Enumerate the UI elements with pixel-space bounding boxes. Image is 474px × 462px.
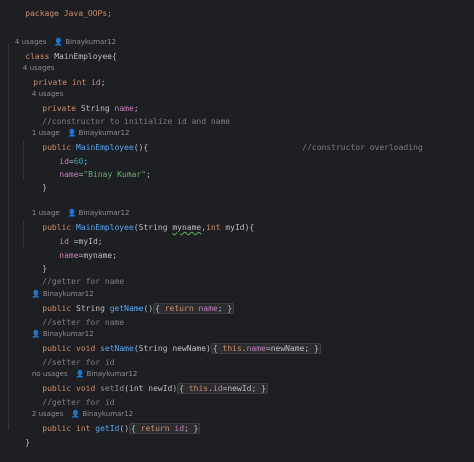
folded-region[interactable]: { return id; }	[129, 423, 201, 434]
code-line-assign-id: id=60;	[59, 157, 89, 166]
inlay-hint[interactable]: 👤 Binaykumar12	[23, 318, 94, 338]
code-line-class-close: }	[25, 438, 31, 447]
code-line-getter-name: public String getName(){ return name; }	[42, 303, 235, 314]
code-line-getter-id: public int getId(){ return id; }	[42, 423, 201, 434]
code-line-package: package Java_OOPs;	[25, 9, 112, 18]
code-line-setter-id: public void setId(int newId){ this.id=ne…	[42, 383, 268, 394]
code-line-close-brace: }	[42, 264, 48, 273]
inlay-hint[interactable]: 4 usages	[14, 52, 54, 72]
folded-region[interactable]: { this.id=newId; }	[177, 383, 268, 394]
inlay-hint[interactable]: no usages 👤 Binaykumar12	[23, 358, 137, 378]
code-line-comment: //getter for id	[42, 398, 115, 407]
code-line-class-declaration: class MainEmployee{	[25, 52, 117, 61]
code-line-field-name: private String name;	[42, 104, 139, 113]
code-line-field-id: private int id;	[33, 78, 106, 87]
inlay-hint[interactable]: 👤 Binaykumar12	[23, 278, 94, 298]
inlay-hint[interactable]: 4 usages	[23, 78, 63, 98]
folded-region[interactable]: { this.name=newName; }	[210, 343, 321, 354]
inlay-hint[interactable]: 1 usage 👤 Binaykumar12	[23, 117, 130, 137]
indent-guide	[8, 44, 9, 430]
inlay-hint[interactable]: 4 usages 👤 Binaykumar12	[6, 26, 116, 46]
code-line-assign-name: name="Binay Kumar";	[59, 170, 151, 179]
inlay-hint[interactable]: 1 usage 👤 Binaykumar12	[23, 197, 130, 217]
code-line-setter-name: public void setName(String newName){ thi…	[42, 343, 321, 354]
code-line-constructor-params: public MainEmployee(String myname,int my…	[42, 223, 255, 232]
code-line-comment: //constructor to initialize id and name	[42, 117, 231, 126]
code-editor[interactable]: package Java_OOPs; 4 usages 👤 Binaykumar1…	[0, 0, 474, 447]
code-line-comment: //setter for id	[42, 358, 115, 367]
code-line-comment: //setter for name	[42, 318, 125, 327]
code-line-constructor-default: public MainEmployee(){	[42, 143, 149, 152]
folded-region[interactable]: { return name; }	[153, 303, 235, 314]
code-line-close-brace: }	[42, 183, 48, 192]
code-line-comment: //getter for name	[42, 277, 125, 286]
code-line-assign-name: name=myname;	[59, 251, 118, 260]
code-line-assign-id: id =myId;	[59, 237, 103, 246]
inlay-hint[interactable]: 2 usages 👤 Binaykumar12	[23, 398, 133, 418]
code-line-comment: //constructor overloading	[302, 143, 423, 152]
